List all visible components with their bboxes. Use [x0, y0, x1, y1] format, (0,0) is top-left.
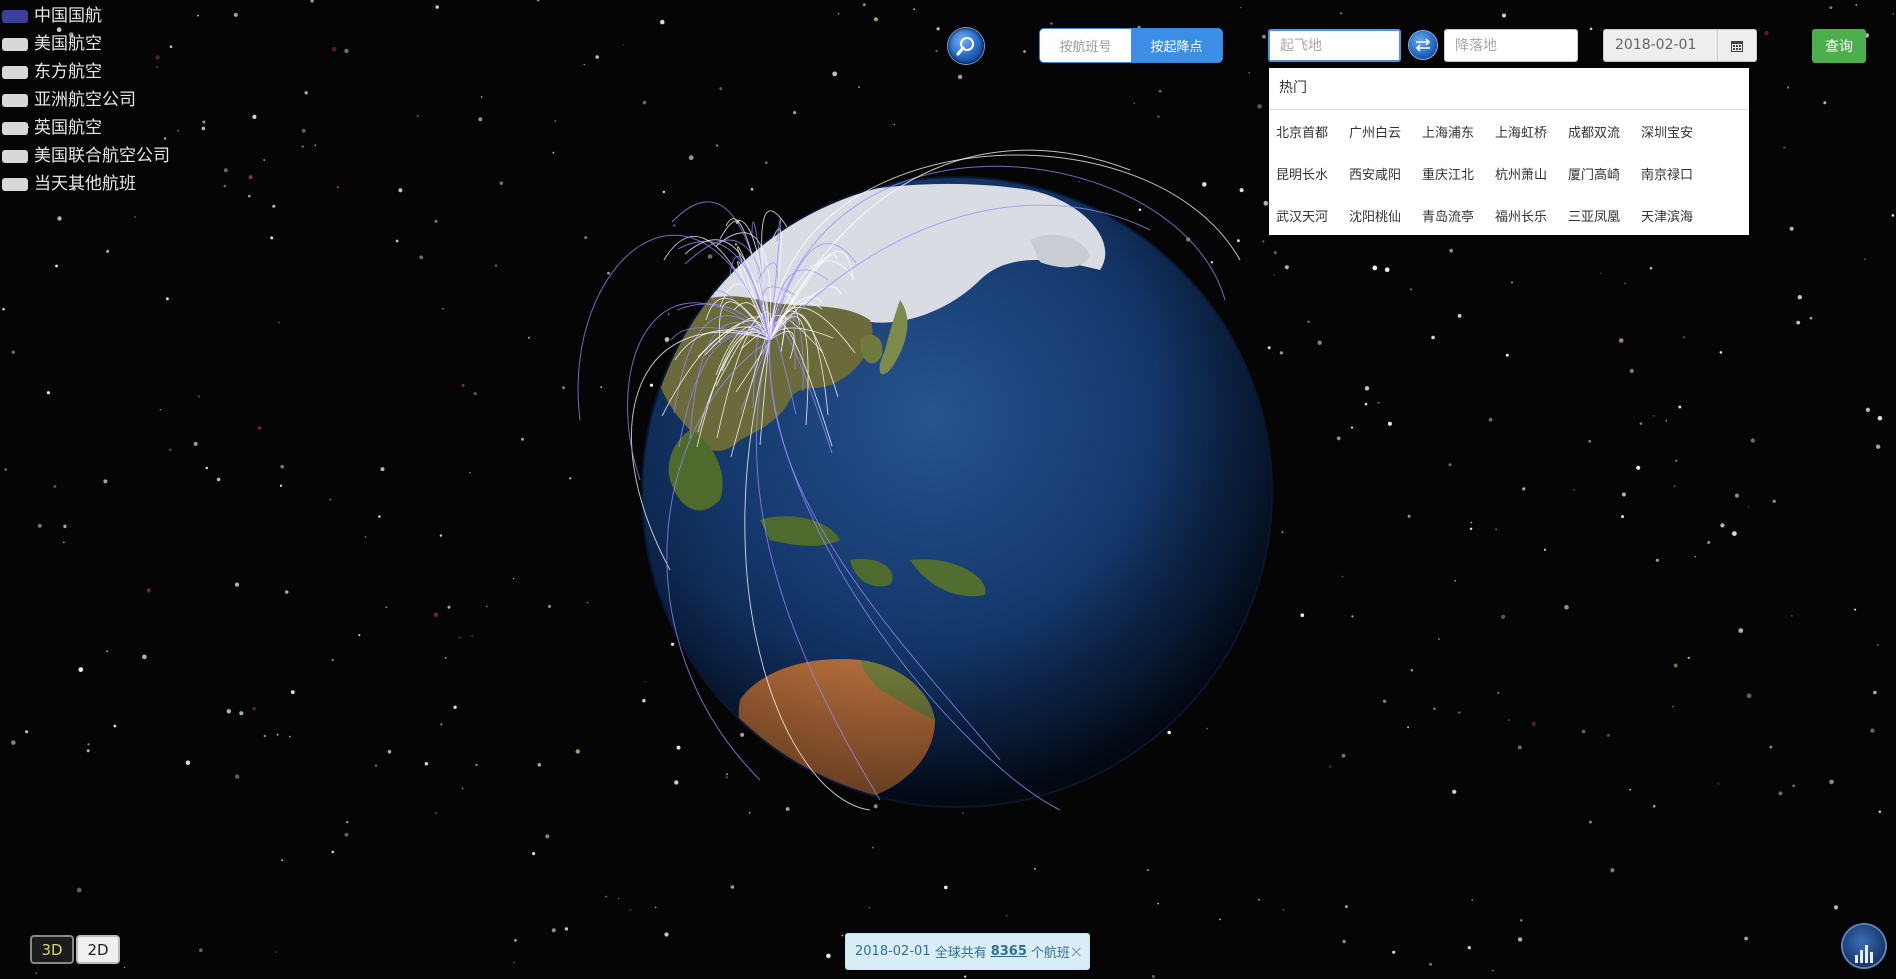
- notice-suffix: 个航班: [1030, 946, 1070, 961]
- tab-by-flight-number[interactable]: 按航班号: [1040, 29, 1131, 62]
- legend-item[interactable]: 美国航空: [2, 30, 170, 58]
- date-picker[interactable]: 2018-02-01: [1603, 29, 1757, 62]
- destination-input[interactable]: [1444, 29, 1578, 62]
- calendar-icon[interactable]: [1717, 30, 1756, 61]
- legend-label: 中国国航: [34, 6, 102, 26]
- legend-swatch: [2, 65, 28, 79]
- hot-airport-grid: 北京首都 广州白云 上海浦东 上海虹桥 成都双流 深圳宝安昆明长水 西安咸阳 重庆江北 杭州萧山…: [1269, 110, 1749, 239]
- legend-item[interactable]: 东方航空: [2, 58, 170, 86]
- legend-item[interactable]: 美国联合航空公司: [2, 142, 170, 170]
- legend-label: 亚洲航空公司: [34, 90, 136, 110]
- hot-airport-option[interactable]: 昆明长水: [1276, 155, 1349, 197]
- notice-prefix: 全球共有: [934, 946, 987, 961]
- bar-chart-icon[interactable]: [1843, 925, 1885, 967]
- legend-item[interactable]: 亚洲航空公司: [2, 86, 170, 114]
- hot-airport-option[interactable]: 南京禄口: [1641, 155, 1714, 197]
- legend-swatch: [2, 121, 28, 135]
- hot-airport-option[interactable]: 广州白云: [1349, 113, 1422, 155]
- legend-label: 当天其他航班: [34, 174, 136, 194]
- hot-airport-option[interactable]: 上海虹桥: [1495, 113, 1568, 155]
- hot-airport-option[interactable]: 沈阳桃仙: [1349, 197, 1422, 239]
- legend-swatch: [2, 93, 28, 107]
- swap-icon[interactable]: [1409, 31, 1437, 59]
- query-button[interactable]: 查询: [1812, 29, 1866, 63]
- legend-swatch: [2, 9, 28, 23]
- airline-legend: 中国国航美国航空东方航空亚洲航空公司 英国航空美国联合航空公司 当天其他航班: [2, 2, 170, 198]
- flight-count[interactable]: 8365: [991, 944, 1027, 959]
- hot-airports-dropdown: 热门 北京首都 广州白云 上海浦东 上海虹桥 成都双流 深圳宝安昆明长水 西安咸阳 重庆江北杭…: [1269, 68, 1749, 235]
- hot-airport-option[interactable]: 北京首都: [1276, 113, 1349, 155]
- view-3d-button[interactable]: 3D: [30, 935, 74, 964]
- flight-count-notice: 2018-02-01 全球共有 8365 个航班 ×: [845, 933, 1090, 970]
- search-mode-toggle: 按航班号 按起降点: [1039, 28, 1223, 63]
- origin-input[interactable]: [1268, 29, 1401, 62]
- notice-date: 2018-02-01: [855, 944, 931, 959]
- legend-label: 美国航空: [34, 34, 102, 54]
- hot-airport-option[interactable]: 武汉天河: [1276, 197, 1349, 239]
- hot-airport-option[interactable]: 青岛流亭: [1422, 197, 1495, 239]
- hot-airport-option[interactable]: 西安咸阳: [1349, 155, 1422, 197]
- legend-label: 美国联合航空公司: [34, 146, 170, 166]
- hot-airport-option[interactable]: 厦门高崎: [1568, 155, 1641, 197]
- view-2d-button[interactable]: 2D: [76, 935, 120, 964]
- hot-airport-option[interactable]: 成都双流: [1568, 113, 1641, 155]
- legend-item[interactable]: 英国航空: [2, 114, 170, 142]
- legend-label: 英国航空: [34, 118, 102, 138]
- dropdown-header: 热门: [1269, 68, 1749, 110]
- date-value: 2018-02-01: [1615, 37, 1697, 53]
- hot-airport-option[interactable]: 三亚凤凰: [1568, 197, 1641, 239]
- hot-airport-option[interactable]: 天津滨海: [1641, 197, 1714, 239]
- hot-airport-option[interactable]: 福州长乐: [1495, 197, 1568, 239]
- tab-by-endpoints[interactable]: 按起降点: [1131, 29, 1222, 62]
- hot-airport-option[interactable]: 上海浦东: [1422, 113, 1495, 155]
- hot-airport-option[interactable]: 杭州萧山: [1495, 155, 1568, 197]
- search-icon[interactable]: [948, 28, 984, 64]
- legend-swatch: [2, 37, 28, 51]
- hot-airport-option[interactable]: 深圳宝安: [1641, 113, 1714, 155]
- legend-item[interactable]: 当天其他航班: [2, 170, 170, 198]
- view-mode-toggle: 3D 2D: [30, 935, 120, 964]
- close-icon[interactable]: ×: [1070, 942, 1083, 961]
- legend-label: 东方航空: [34, 62, 102, 82]
- legend-swatch: [2, 149, 28, 163]
- hot-airport-option[interactable]: 重庆江北: [1422, 155, 1495, 197]
- legend-item[interactable]: 中国国航: [2, 2, 170, 30]
- legend-swatch: [2, 177, 28, 191]
